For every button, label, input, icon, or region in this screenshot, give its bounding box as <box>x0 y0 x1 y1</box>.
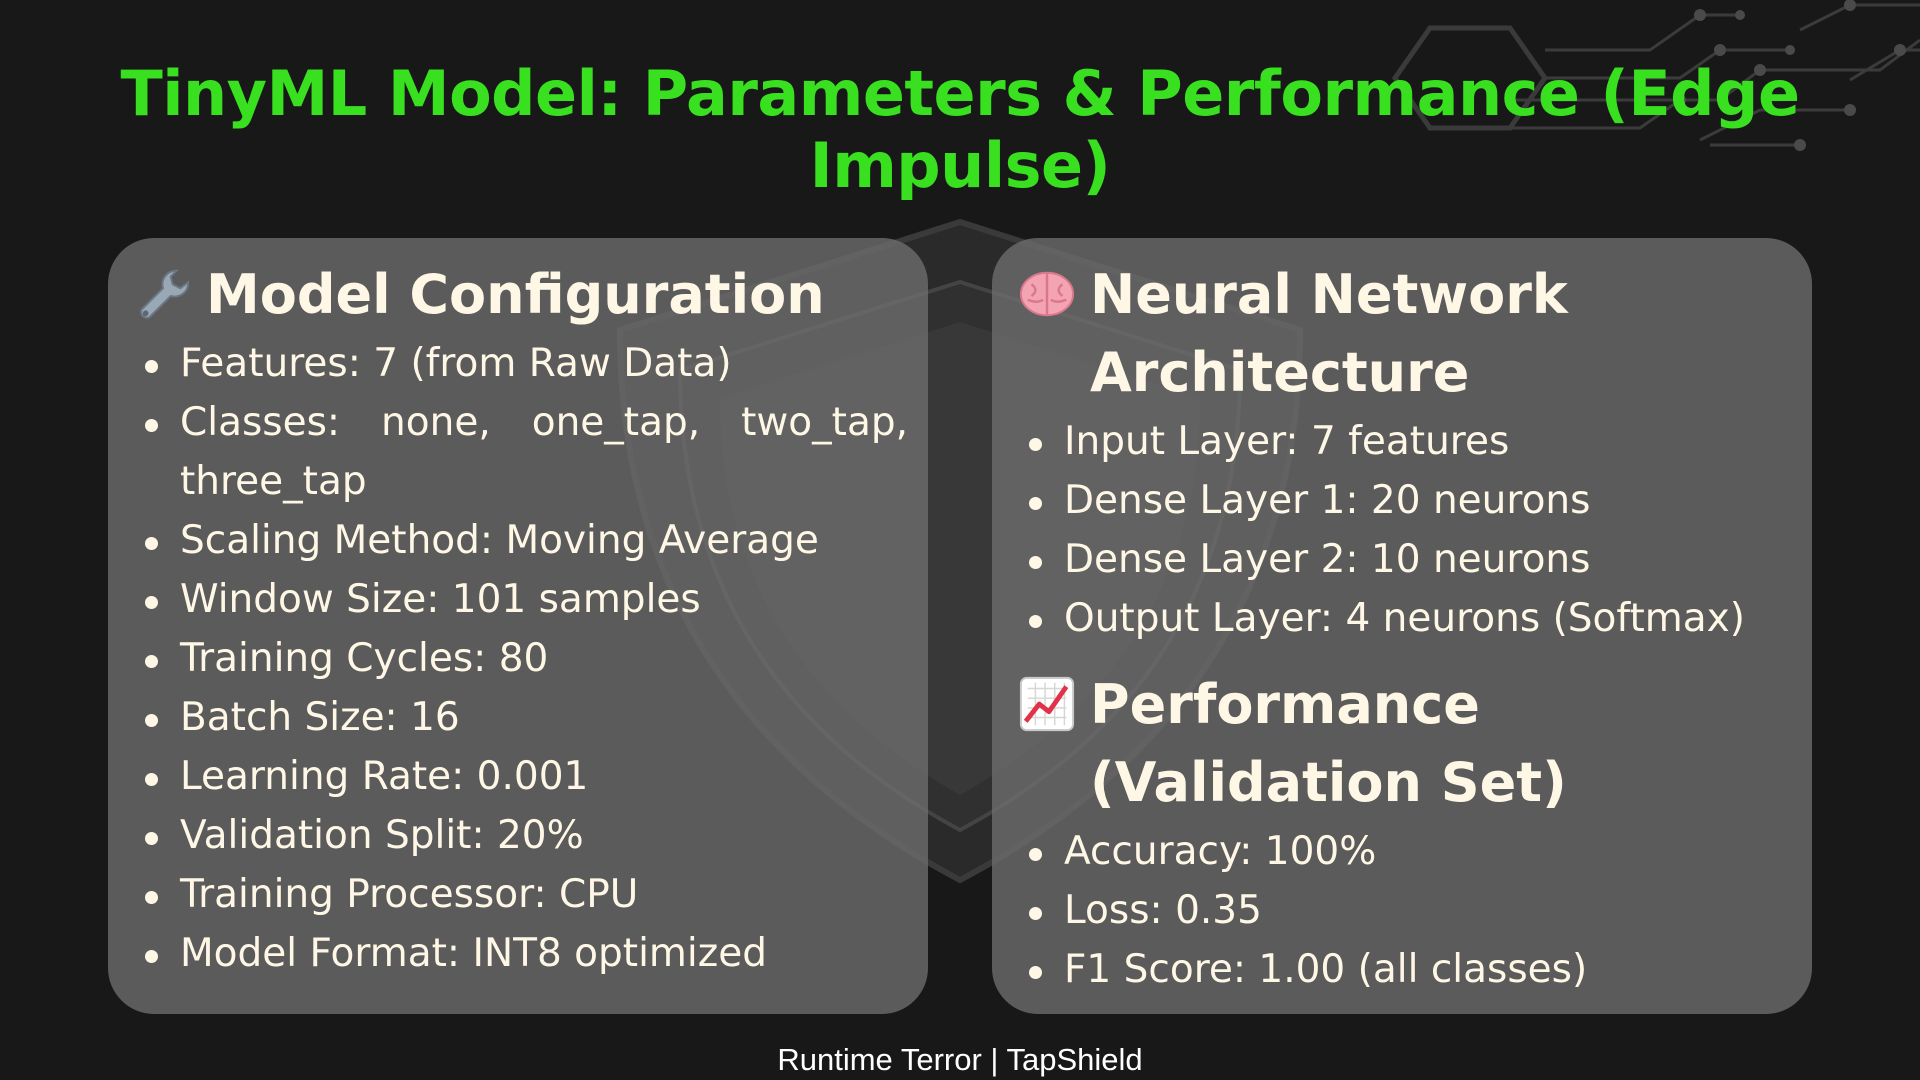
list-item: Output Layer: 4 neurons (Softmax) <box>1018 589 1792 648</box>
list-item: Batch Size: 16 <box>134 688 908 747</box>
list-item: Dense Layer 2: 10 neurons <box>1018 530 1792 589</box>
model-configuration-heading: Model Configuration <box>134 256 928 334</box>
list-item: Learning Rate: 0.001 <box>134 747 908 806</box>
footer-credit: Runtime Terror | TapShield <box>777 1042 1143 1077</box>
list-item: Classes: none, one_tap, two_tap, three_t… <box>134 393 908 511</box>
model-configuration-heading-text: Model Configuration <box>206 263 825 326</box>
list-item: Dense Layer 1: 20 neurons <box>1018 471 1792 530</box>
list-item: Accuracy: 100% <box>1018 822 1792 881</box>
list-item: Window Size: 101 samples <box>134 570 908 629</box>
performance-heading-text: Performance (Validation Set) <box>1090 673 1567 814</box>
list-item: Training Processor: CPU <box>134 865 908 924</box>
architecture-heading: Neural Network Architecture <box>1018 256 1812 412</box>
architecture-performance-card: Neural Network Architecture Input Layer:… <box>992 238 1812 1014</box>
performance-heading: Performance (Validation Set) <box>1018 666 1812 822</box>
list-item: Input Layer: 7 features <box>1018 412 1792 471</box>
list-item: Scaling Method: Moving Average <box>134 511 908 570</box>
model-configuration-card: Model Configuration Features: 7 (from Ra… <box>108 238 928 1014</box>
brain-icon <box>1019 271 1075 317</box>
chart-increasing-icon <box>1019 676 1075 732</box>
list-item: F1 Score: 1.00 (all classes) <box>1018 940 1792 999</box>
list-item: Features: 7 (from Raw Data) <box>134 334 908 393</box>
page-title: TinyML Model: Parameters & Performance (… <box>120 57 1800 202</box>
list-item: Training Cycles: 80 <box>134 629 908 688</box>
model-configuration-list: Features: 7 (from Raw Data) Classes: non… <box>134 334 928 983</box>
list-item: Model Format: INT8 optimized <box>134 924 908 983</box>
list-item: Loss: 0.35 <box>1018 881 1792 940</box>
architecture-list: Input Layer: 7 features Dense Layer 1: 2… <box>1018 412 1812 648</box>
wrench-icon <box>140 269 190 319</box>
architecture-heading-text: Neural Network Architecture <box>1090 263 1568 404</box>
performance-list: Accuracy: 100% Loss: 0.35 F1 Score: 1.00… <box>1018 822 1812 999</box>
list-item: Validation Split: 20% <box>134 806 908 865</box>
